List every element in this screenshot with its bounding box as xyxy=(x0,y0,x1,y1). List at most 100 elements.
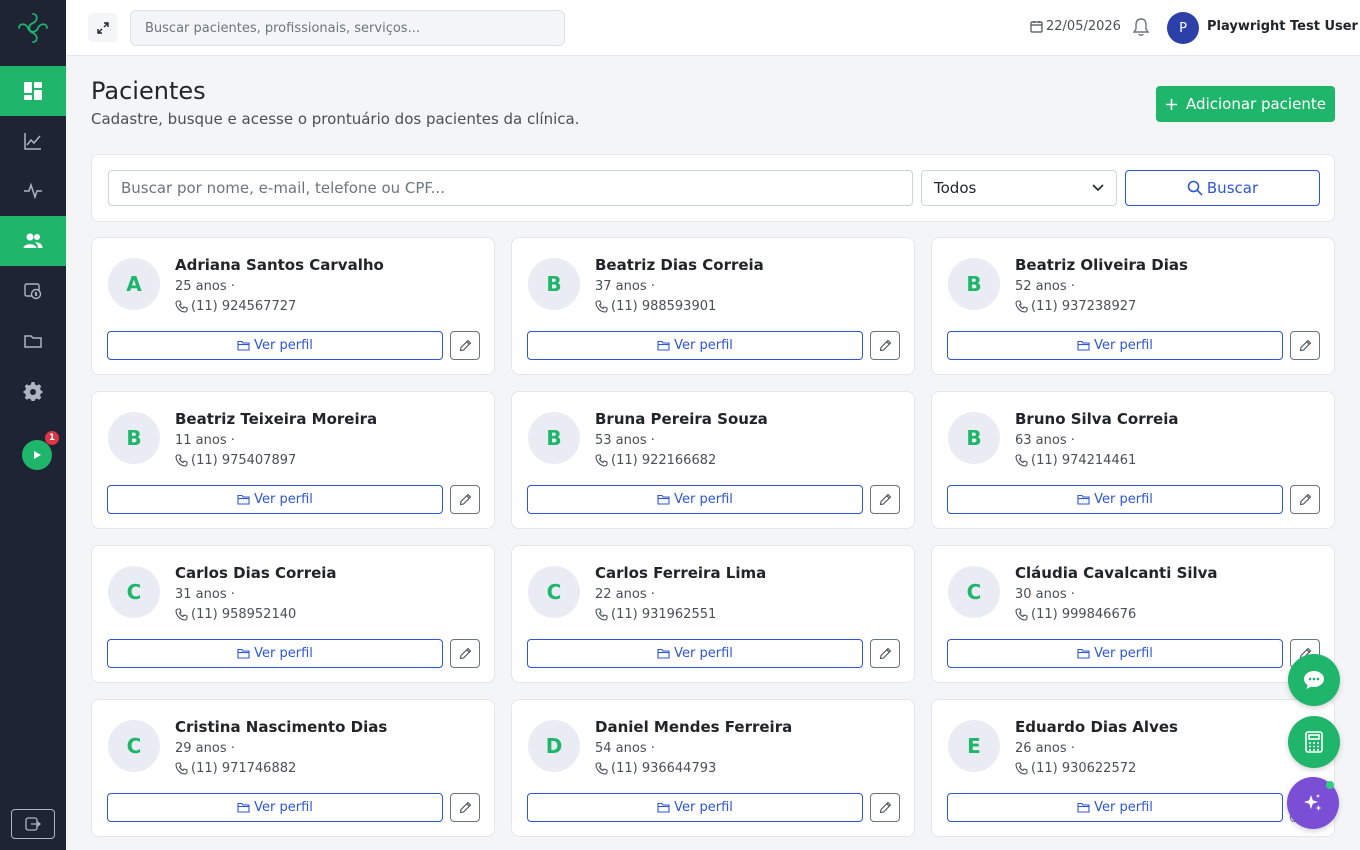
patient-name: Carlos Ferreira Lima xyxy=(595,564,767,582)
edit-patient-button[interactable] xyxy=(1290,331,1320,360)
clinic-logo-icon[interactable] xyxy=(0,0,66,56)
expand-icon xyxy=(96,21,109,34)
view-profile-button[interactable]: Ver perfil xyxy=(947,793,1283,822)
cash-register-icon xyxy=(24,283,42,300)
view-profile-label: Ver perfil xyxy=(1094,338,1153,353)
patient-age: 53 anos · xyxy=(595,433,655,448)
notifications-button[interactable] xyxy=(1132,17,1150,41)
sidebar-item-activity[interactable] xyxy=(0,166,66,216)
phone-icon xyxy=(175,454,188,467)
view-profile-label: Ver perfil xyxy=(674,492,733,507)
folder-open-icon xyxy=(657,340,670,351)
patient-phone-number: (11) 931962551 xyxy=(611,607,717,622)
user-name[interactable]: Playwright Test User xyxy=(1207,19,1358,34)
folder-open-icon xyxy=(657,494,670,505)
phone-icon xyxy=(175,608,188,621)
edit-patient-button[interactable] xyxy=(450,639,480,668)
patient-phone-number: (11) 958952140 xyxy=(191,607,297,622)
patient-age: 31 anos · xyxy=(175,587,235,602)
view-profile-button[interactable]: Ver perfil xyxy=(527,639,863,668)
patient-name: Beatriz Teixeira Moreira xyxy=(175,410,378,428)
status-select[interactable]: Todos xyxy=(921,170,1117,206)
view-profile-label: Ver perfil xyxy=(254,338,313,353)
patient-phone: (11) 930622572 xyxy=(1015,761,1136,776)
patient-phone: (11) 975407897 xyxy=(175,453,296,468)
patient-phone: (11) 958952140 xyxy=(175,607,296,622)
edit-patient-button[interactable] xyxy=(450,485,480,514)
patient-age: 29 anos · xyxy=(175,741,235,756)
sidebar-item-patients[interactable] xyxy=(0,216,66,266)
patient-phone-number: (11) 936644793 xyxy=(611,761,717,776)
sparkles-icon xyxy=(1304,794,1322,811)
chat-button[interactable] xyxy=(1288,654,1340,706)
view-profile-button[interactable]: Ver perfil xyxy=(527,331,863,360)
edit-patient-button[interactable] xyxy=(870,331,900,360)
add-patient-button[interactable]: Adicionar paciente xyxy=(1156,86,1335,122)
view-profile-button[interactable]: Ver perfil xyxy=(527,793,863,822)
view-profile-button[interactable]: Ver perfil xyxy=(947,331,1283,360)
patient-age: 11 anos · xyxy=(175,433,235,448)
sidebar-item-finance[interactable] xyxy=(0,266,66,316)
sidebar-item-analytics[interactable] xyxy=(0,116,66,166)
patient-age: 52 anos · xyxy=(1015,279,1075,294)
search-icon xyxy=(1187,180,1203,196)
patient-name: Beatriz Dias Correia xyxy=(595,256,764,274)
view-profile-button[interactable]: Ver perfil xyxy=(107,793,443,822)
phone-icon xyxy=(175,762,188,775)
search-button[interactable]: Buscar xyxy=(1125,170,1320,206)
patient-avatar: B xyxy=(528,412,580,464)
view-profile-button[interactable]: Ver perfil xyxy=(527,485,863,514)
patient-search-input[interactable] xyxy=(108,170,913,206)
view-profile-button[interactable]: Ver perfil xyxy=(107,639,443,668)
patient-phone-number: (11) 975407897 xyxy=(191,453,297,468)
folder-open-icon xyxy=(1077,648,1090,659)
folder-icon xyxy=(24,335,42,348)
patient-name: Adriana Santos Carvalho xyxy=(175,256,384,274)
patient-phone-number: (11) 924567727 xyxy=(191,299,297,314)
view-profile-button[interactable]: Ver perfil xyxy=(947,485,1283,514)
phone-icon xyxy=(595,454,608,467)
plus-icon xyxy=(1166,98,1178,110)
edit-patient-button[interactable] xyxy=(450,331,480,360)
view-profile-label: Ver perfil xyxy=(674,338,733,353)
edit-patient-button[interactable] xyxy=(870,793,900,822)
view-profile-label: Ver perfil xyxy=(254,646,313,661)
patient-avatar: B xyxy=(108,412,160,464)
patient-phone-number: (11) 999846676 xyxy=(1031,607,1137,622)
patient-phone: (11) 988593901 xyxy=(595,299,716,314)
view-profile-button[interactable]: Ver perfil xyxy=(947,639,1283,668)
patient-avatar: C xyxy=(108,566,160,618)
folder-open-icon xyxy=(237,340,250,351)
view-profile-button[interactable]: Ver perfil xyxy=(107,331,443,360)
phone-icon xyxy=(595,608,608,621)
phone-icon xyxy=(1015,608,1028,621)
patient-card: B Beatriz Dias Correia 37 anos · (11) 98… xyxy=(511,237,915,375)
view-profile-label: Ver perfil xyxy=(254,800,313,815)
collapse-sidebar-button[interactable] xyxy=(11,809,55,839)
patient-age: 25 anos · xyxy=(175,279,235,294)
patient-avatar: E xyxy=(948,720,1000,772)
user-avatar[interactable]: P xyxy=(1167,12,1199,44)
folder-open-icon xyxy=(1077,340,1090,351)
phone-icon xyxy=(1015,762,1028,775)
patient-age: 26 anos · xyxy=(1015,741,1075,756)
sidebar-collapse-icon xyxy=(25,817,41,831)
global-search-input[interactable] xyxy=(130,10,565,46)
edit-patient-button[interactable] xyxy=(1290,485,1320,514)
play-button[interactable] xyxy=(22,440,52,470)
edit-patient-button[interactable] xyxy=(870,485,900,514)
sidebar-item-dashboard[interactable] xyxy=(0,66,66,116)
fullscreen-button[interactable] xyxy=(88,13,117,42)
bell-icon xyxy=(1132,18,1150,36)
patient-avatar: D xyxy=(528,720,580,772)
calculator-button[interactable] xyxy=(1288,716,1340,768)
edit-patient-button[interactable] xyxy=(870,639,900,668)
sidebar-item-files[interactable] xyxy=(0,316,66,366)
dashboard-icon xyxy=(24,82,42,100)
pencil-icon xyxy=(879,339,891,352)
folder-open-icon xyxy=(237,648,250,659)
edit-patient-button[interactable] xyxy=(450,793,480,822)
view-profile-button[interactable]: Ver perfil xyxy=(107,485,443,514)
folder-open-icon xyxy=(657,802,670,813)
sidebar-item-settings[interactable] xyxy=(0,366,66,416)
